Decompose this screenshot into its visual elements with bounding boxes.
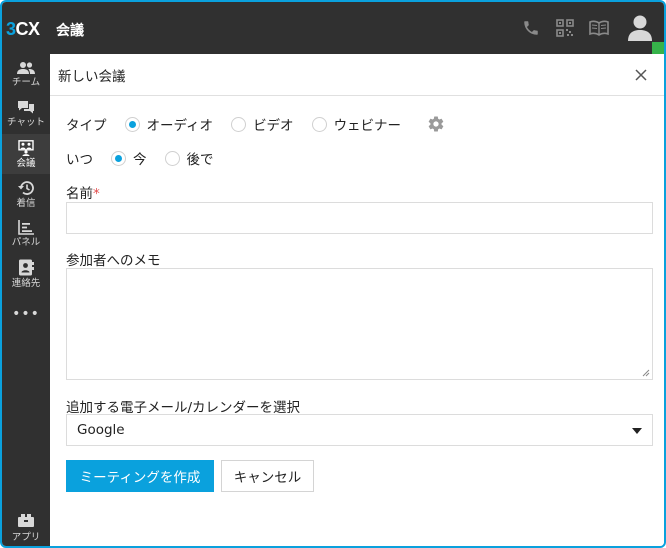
sidebar-item-label: アプリ bbox=[11, 532, 41, 543]
dialog-header: 新しい会議 bbox=[50, 54, 664, 96]
sidebar-item-label: 連絡先 bbox=[11, 278, 41, 289]
book-icon[interactable] bbox=[582, 2, 616, 54]
qr-code-icon[interactable] bbox=[548, 2, 582, 54]
resize-grip-icon[interactable] bbox=[642, 369, 650, 377]
sidebar-item-label: 着信 bbox=[16, 197, 36, 209]
user-avatar[interactable] bbox=[616, 2, 664, 54]
type-label: タイプ bbox=[66, 118, 107, 134]
history-icon bbox=[18, 180, 34, 195]
name-label-wrap: 名前* bbox=[66, 182, 100, 202]
name-input[interactable] bbox=[66, 202, 653, 234]
top-bar: 3CX 会議 bbox=[2, 2, 664, 54]
calendar-selected-value: Google bbox=[77, 422, 125, 438]
when-option-label: 後で bbox=[186, 152, 214, 168]
3cx-logo: 3CX bbox=[6, 19, 40, 39]
contacts-icon bbox=[19, 259, 34, 276]
top-icons bbox=[514, 2, 664, 54]
type-option-webinar[interactable]: ウェビナー bbox=[311, 114, 402, 134]
conference-icon bbox=[18, 139, 34, 156]
type-row: タイプ オーディオ ビデオ ウェビナー bbox=[66, 114, 445, 134]
more-menu-button[interactable]: ••• bbox=[2, 294, 50, 334]
type-option-label: オーディオ bbox=[146, 118, 214, 134]
memo-textarea[interactable] bbox=[66, 268, 653, 380]
sidebar-item-team[interactable]: チーム bbox=[2, 54, 50, 94]
chevron-down-icon bbox=[632, 428, 642, 434]
close-icon bbox=[635, 69, 647, 81]
type-option-label: ウェビナー bbox=[333, 118, 402, 134]
type-option-video[interactable]: ビデオ bbox=[231, 114, 294, 134]
when-label: いつ bbox=[66, 152, 93, 168]
sidebar-item-contacts[interactable]: 連絡先 bbox=[2, 254, 50, 294]
radio-video[interactable] bbox=[231, 116, 247, 132]
sidebar-item-panel[interactable]: パネル bbox=[2, 214, 50, 254]
when-option-label: 今 bbox=[133, 152, 147, 168]
calendar-label: 追加する電子メール/カレンダーを選択 bbox=[66, 400, 301, 416]
dialog-title: 新しい会議 bbox=[58, 68, 126, 85]
sidebar-item-label: チーム bbox=[11, 76, 41, 88]
apps-icon bbox=[18, 514, 34, 527]
type-option-label: ビデオ bbox=[253, 118, 294, 134]
cancel-button[interactable]: キャンセル bbox=[221, 460, 314, 492]
when-option-now[interactable]: 今 bbox=[111, 148, 147, 168]
sidebar: チーム チャット 会議 着信 パネル 連絡先 ••• アプリ bbox=[2, 54, 50, 546]
sidebar-item-label: 会議 bbox=[16, 157, 36, 169]
user-avatar-icon bbox=[628, 15, 652, 41]
name-label: 名前 bbox=[66, 186, 93, 202]
panel-icon bbox=[18, 220, 34, 235]
new-conference-dialog: 新しい会議 タイプ オーディオ ビデオ ウェビナー いつ 今 後で 名前* 参加… bbox=[50, 54, 664, 546]
phone-icon[interactable] bbox=[514, 2, 548, 54]
sidebar-item-history[interactable]: 着信 bbox=[2, 174, 50, 214]
app-window: 3CX 会議 チーム チャット 会議 着信 パネル 連絡先 ••• アプリ 新し… bbox=[0, 0, 666, 548]
calendar-select[interactable]: Google bbox=[66, 414, 653, 446]
sidebar-item-chat[interactable]: チャット bbox=[2, 94, 50, 134]
sidebar-item-apps[interactable]: アプリ bbox=[2, 508, 50, 546]
radio-later[interactable] bbox=[164, 150, 180, 166]
settings-gear-icon[interactable] bbox=[427, 115, 445, 133]
team-icon bbox=[17, 61, 35, 74]
create-meeting-button[interactable]: ミーティングを作成 bbox=[66, 460, 214, 492]
chat-icon bbox=[18, 101, 34, 114]
close-button[interactable] bbox=[632, 66, 650, 84]
presence-indicator bbox=[652, 42, 664, 54]
when-row: いつ 今 後で bbox=[66, 148, 214, 168]
type-option-audio[interactable]: オーディオ bbox=[124, 114, 214, 134]
sidebar-item-conference[interactable]: 会議 bbox=[2, 134, 50, 174]
radio-audio[interactable] bbox=[124, 116, 140, 132]
radio-now[interactable] bbox=[111, 150, 126, 166]
app-title: 会議 bbox=[56, 23, 84, 39]
radio-webinar[interactable] bbox=[311, 116, 327, 132]
memo-label: 参加者へのメモ bbox=[66, 253, 161, 269]
sidebar-item-label: パネル bbox=[11, 237, 41, 248]
sidebar-item-label: チャット bbox=[7, 117, 45, 128]
when-option-later[interactable]: 後で bbox=[164, 148, 214, 168]
required-marker: * bbox=[93, 186, 100, 202]
